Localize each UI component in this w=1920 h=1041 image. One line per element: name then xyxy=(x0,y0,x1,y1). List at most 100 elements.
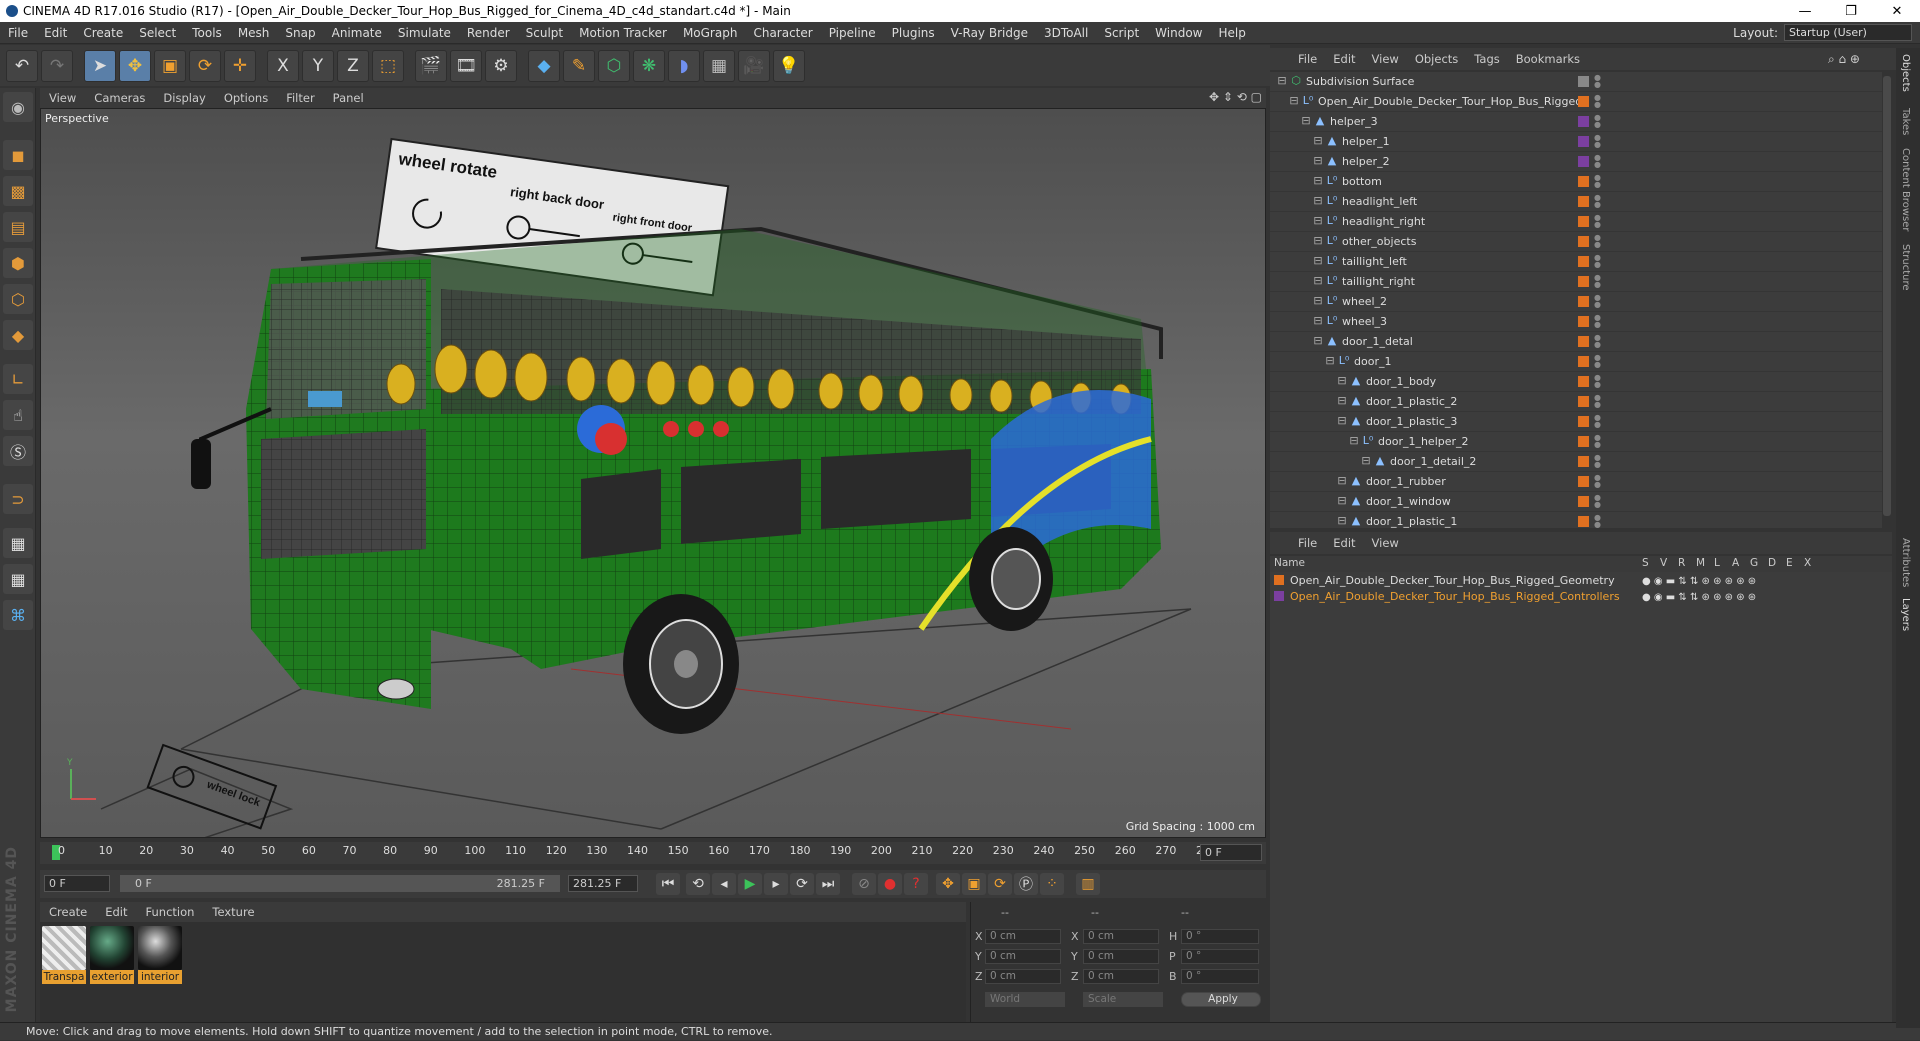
object-row[interactable]: ⊟ L⁰ taillight_right ● ● xyxy=(1270,272,1882,292)
object-name[interactable]: Open_Air_Double_Decker_Tour_Hop_Bus_Rigg… xyxy=(1318,95,1582,108)
object-row[interactable]: ⊟ L⁰ wheel_3 ● ● xyxy=(1270,312,1882,332)
object-name[interactable]: door_1_plastic_2 xyxy=(1366,395,1457,408)
cube-icon[interactable]: ◆ xyxy=(528,49,560,82)
material-swatch-interior[interactable]: interior xyxy=(138,926,182,986)
texture-mode-icon[interactable]: ▩ xyxy=(3,176,33,206)
polygons-mode-icon[interactable]: ◆ xyxy=(3,320,33,350)
menu-select[interactable]: Select xyxy=(131,26,184,40)
layer-swatch[interactable] xyxy=(1578,116,1589,127)
floor-icon[interactable]: ▦ xyxy=(703,49,735,82)
viewport-menu-cameras[interactable]: Cameras xyxy=(85,91,154,105)
visibility-dots[interactable]: ● ● xyxy=(1594,214,1601,229)
expand-toggle-icon[interactable]: ⊟ xyxy=(1348,435,1360,447)
layers-menu-view[interactable]: View xyxy=(1364,536,1407,550)
expand-toggle-icon[interactable]: ⊟ xyxy=(1312,235,1324,247)
layer-col-header[interactable]: G xyxy=(1750,557,1758,569)
layer-col-header[interactable]: S xyxy=(1642,557,1649,569)
tweak-mode-icon[interactable]: ☝ xyxy=(3,400,33,430)
next-frame-icon[interactable]: ▸ xyxy=(764,873,788,895)
visibility-dots[interactable]: ● ● xyxy=(1594,94,1601,109)
play-icon[interactable]: ▶ xyxy=(738,873,762,895)
object-row[interactable]: ⊟ ▲ door_1_plastic_1 ● ● xyxy=(1270,512,1882,529)
visibility-dots[interactable]: ● ● xyxy=(1594,454,1601,469)
expand-toggle-icon[interactable]: ⊟ xyxy=(1312,215,1324,227)
menu-help[interactable]: Help xyxy=(1210,26,1253,40)
minimize-button[interactable]: — xyxy=(1782,0,1828,22)
model-mode-icon[interactable]: ◼ xyxy=(3,140,33,170)
close-button[interactable]: ✕ xyxy=(1874,0,1920,22)
render-picture-viewer-icon[interactable]: 🎞 xyxy=(450,49,482,82)
rotation-b-field[interactable]: 0 ° xyxy=(1181,969,1259,984)
layer-swatch[interactable] xyxy=(1578,376,1589,387)
menu-snap[interactable]: Snap xyxy=(277,26,323,40)
menu-mesh[interactable]: Mesh xyxy=(230,26,278,40)
start-frame-field[interactable]: 0 F xyxy=(44,875,110,892)
object-name[interactable]: wheel_3 xyxy=(1342,315,1387,328)
layer-col-header[interactable]: X xyxy=(1804,557,1811,569)
preview-range-slider[interactable]: 0 F 281.25 F xyxy=(120,875,560,892)
layers-menu-edit[interactable]: Edit xyxy=(1325,536,1363,550)
layer-col-header[interactable]: L xyxy=(1714,557,1720,569)
expand-toggle-icon[interactable]: ⊟ xyxy=(1312,275,1324,287)
object-row[interactable]: ⊟ ▲ door_1_plastic_3 ● ● xyxy=(1270,412,1882,432)
menu-window[interactable]: Window xyxy=(1147,26,1210,40)
expand-toggle-icon[interactable]: ⊟ xyxy=(1276,75,1288,87)
expand-toggle-icon[interactable]: ⊟ xyxy=(1312,195,1324,207)
workplane-icon[interactable]: ▤ xyxy=(3,212,33,242)
layer-swatch[interactable] xyxy=(1578,136,1589,147)
snap-icon[interactable]: Ⓢ xyxy=(3,436,33,466)
visibility-dots[interactable]: ● ● xyxy=(1594,414,1601,429)
expand-toggle-icon[interactable]: ⊟ xyxy=(1336,495,1348,507)
menu-file[interactable]: File xyxy=(0,26,36,40)
expand-toggle-icon[interactable]: ⊟ xyxy=(1300,115,1312,127)
z-axis-icon[interactable]: Z xyxy=(337,49,369,82)
expand-toggle-icon[interactable]: ⊟ xyxy=(1336,415,1348,427)
visibility-dots[interactable]: ● ● xyxy=(1594,354,1601,369)
expand-toggle-icon[interactable]: ⊟ xyxy=(1312,295,1324,307)
layer-color-swatch[interactable] xyxy=(1274,575,1284,585)
objects-menu-objects[interactable]: Objects xyxy=(1407,52,1466,66)
layer-swatch[interactable] xyxy=(1578,176,1589,187)
object-name[interactable]: helper_3 xyxy=(1330,115,1378,128)
position-z-field[interactable]: 0 cm xyxy=(985,969,1061,984)
python-icon[interactable]: ⌘ xyxy=(3,600,33,630)
axis-mode-icon[interactable]: ∟ xyxy=(3,364,33,394)
viewport-menu-filter[interactable]: Filter xyxy=(277,91,323,105)
rotation-p-field[interactable]: 0 ° xyxy=(1181,949,1259,964)
expand-toggle-icon[interactable]: ⊟ xyxy=(1312,155,1324,167)
layer-swatch[interactable] xyxy=(1578,296,1589,307)
layer-swatch[interactable] xyxy=(1578,496,1589,507)
expand-toggle-icon[interactable]: ⊟ xyxy=(1312,135,1324,147)
light-icon[interactable]: 💡 xyxy=(773,49,805,82)
object-name[interactable]: door_1_rubber xyxy=(1366,475,1446,488)
x-axis-icon[interactable]: X xyxy=(267,49,299,82)
object-name[interactable]: headlight_left xyxy=(1342,195,1417,208)
edges-mode-icon[interactable]: ⬡ xyxy=(3,284,33,314)
menu-mograph[interactable]: MoGraph xyxy=(675,26,746,40)
position-y-field[interactable]: 0 cm xyxy=(985,949,1061,964)
layer-col-header[interactable]: R xyxy=(1678,557,1685,569)
object-name[interactable]: other_objects xyxy=(1342,235,1416,248)
recent-tool-icon[interactable]: ✛ xyxy=(224,49,256,82)
object-row[interactable]: ⊟ L⁰ Open_Air_Double_Decker_Tour_Hop_Bus_R… xyxy=(1270,92,1882,112)
size-z-field[interactable]: 0 cm xyxy=(1083,969,1159,984)
object-name[interactable]: helper_1 xyxy=(1342,135,1390,148)
y-axis-icon[interactable]: Y xyxy=(302,49,334,82)
layer-col-header[interactable]: D xyxy=(1768,557,1776,569)
layers-menu-file[interactable]: File xyxy=(1290,536,1325,550)
visibility-dots[interactable]: ● ● xyxy=(1594,334,1601,349)
object-row[interactable]: ⊟ ▲ door_1_rubber ● ● xyxy=(1270,472,1882,492)
edit-render-settings-icon[interactable]: ⚙ xyxy=(485,49,517,82)
timeline-window-icon[interactable]: ▥ xyxy=(1076,873,1100,895)
material-menu-function[interactable]: Function xyxy=(137,905,204,919)
objects-menu-bookmarks[interactable]: Bookmarks xyxy=(1508,52,1588,66)
object-name[interactable]: taillight_right xyxy=(1342,275,1415,288)
object-name[interactable]: door_1 xyxy=(1354,355,1391,368)
visibility-dots[interactable]: ● ● xyxy=(1594,134,1601,149)
layer-swatch[interactable] xyxy=(1578,216,1589,227)
apply-button[interactable]: Apply xyxy=(1181,992,1261,1007)
menu-sculpt[interactable]: Sculpt xyxy=(518,26,571,40)
layer-swatch[interactable] xyxy=(1578,156,1589,167)
visibility-dots[interactable]: ● ● xyxy=(1594,374,1601,389)
visibility-dots[interactable]: ● ● xyxy=(1594,394,1601,409)
